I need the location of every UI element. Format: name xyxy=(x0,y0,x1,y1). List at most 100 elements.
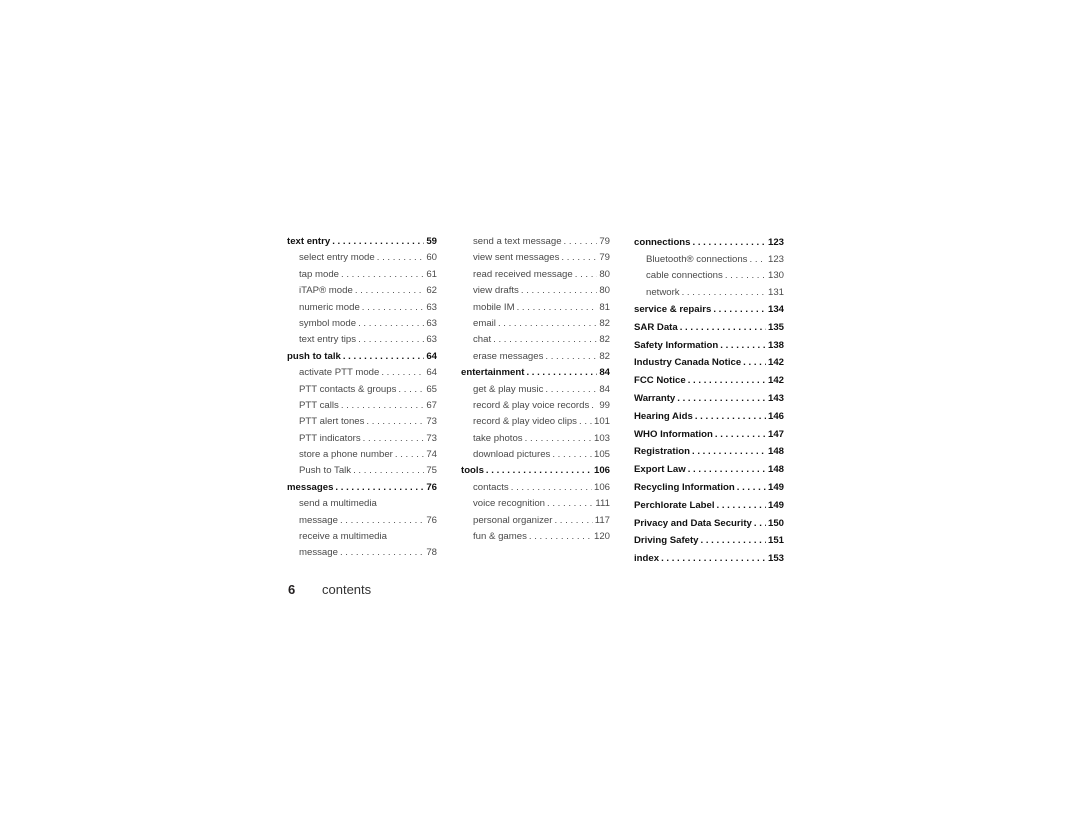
toc-entry[interactable]: record & play voice records 99 xyxy=(461,398,610,414)
toc-entry[interactable]: send a text message 79 xyxy=(461,234,610,250)
toc-entry[interactable]: Safety Information 138 xyxy=(634,337,784,355)
toc-entry-page: 76 xyxy=(426,481,437,493)
toc-entry[interactable]: numeric mode 63 xyxy=(287,300,437,316)
dot-leader xyxy=(749,252,766,268)
toc-entry[interactable]: symbol mode 63 xyxy=(287,316,437,332)
dot-leader xyxy=(688,461,766,479)
toc-entry-page: 150 xyxy=(767,517,784,529)
toc-entry[interactable]: WHO Information 147 xyxy=(634,426,784,444)
toc-entry-label: Hearing Aids xyxy=(634,410,693,422)
dot-leader xyxy=(545,349,597,365)
toc-entry[interactable]: store a phone number 74 xyxy=(287,447,437,463)
toc-entry[interactable]: mobile IM 81 xyxy=(461,300,610,316)
toc-entry-page: 99 xyxy=(599,399,610,411)
toc-entry[interactable]: get & play music 84 xyxy=(461,382,610,398)
toc-entry[interactable]: Recycling Information 149 xyxy=(634,479,784,497)
toc-entry-label: PTT alert tones xyxy=(299,416,365,428)
toc-entry[interactable]: Push to Talk 75 xyxy=(287,463,437,479)
toc-entry[interactable]: text entry tips 63 xyxy=(287,332,437,348)
toc-entry-label: connections xyxy=(634,237,691,248)
toc-entry[interactable]: Industry Canada Notice 142 xyxy=(634,354,784,372)
toc-entry-page: 142 xyxy=(767,375,784,387)
toc-column-3: connections123Bluetooth® connections123c… xyxy=(634,234,784,568)
toc-entry-page: 151 xyxy=(767,535,784,547)
toc-entry-page: 84 xyxy=(599,367,610,379)
toc-entry[interactable]: tap mode 61 xyxy=(287,267,437,283)
toc-entry[interactable]: download pictures 105 xyxy=(461,447,610,463)
toc-entry[interactable]: SAR Data 135 xyxy=(634,319,784,337)
dot-leader xyxy=(579,414,592,430)
toc-entry[interactable]: cable connections 130 xyxy=(634,268,784,284)
dot-leader xyxy=(332,234,424,250)
toc-entry-page: 84 xyxy=(599,383,610,395)
toc-entry[interactable]: take photos 103 xyxy=(461,431,610,447)
toc-entry[interactable]: receive a multimedia xyxy=(287,529,437,545)
toc-entry[interactable]: send a multimedia xyxy=(287,496,437,512)
toc-entry-label: send a multimedia xyxy=(299,498,377,510)
toc-entry[interactable]: push to talk 64 xyxy=(287,349,437,365)
toc-entry-page: 82 xyxy=(599,317,610,329)
dot-leader xyxy=(743,354,766,372)
toc-entry-label: entertainment xyxy=(461,367,525,379)
toc-entry[interactable]: activate PTT mode 64 xyxy=(287,365,437,381)
toc-entry[interactable]: voice recognition 111 xyxy=(461,496,610,512)
dot-leader xyxy=(521,283,597,299)
toc-entry[interactable]: contacts 106 xyxy=(461,480,610,496)
toc-entry[interactable]: Registration 148 xyxy=(634,443,784,461)
toc-entry[interactable]: Hearing Aids 146 xyxy=(634,408,784,426)
toc-entry[interactable]: messages 76 xyxy=(287,480,437,496)
toc-entry-label: symbol mode xyxy=(299,317,357,329)
toc-entry[interactable]: connections 123 xyxy=(634,234,784,252)
toc-entry[interactable]: iTAP® mode 62 xyxy=(287,283,437,299)
toc-entry-label: message xyxy=(299,547,338,559)
toc-entry[interactable]: Driving Safety 151 xyxy=(634,532,784,550)
toc-entry[interactable]: Perchlorate Label 149 xyxy=(634,497,784,515)
dot-leader xyxy=(725,268,766,284)
dot-leader xyxy=(363,431,425,447)
toc-entry[interactable]: text entry 59 xyxy=(287,234,437,250)
toc-entry[interactable]: Bluetooth® connections 123 xyxy=(634,252,784,268)
toc-entry[interactable]: PTT contacts & groups 65 xyxy=(287,382,437,398)
toc-entry[interactable]: index 153 xyxy=(634,550,784,568)
toc-entry-label: Bluetooth® connections xyxy=(646,253,748,265)
dot-leader xyxy=(661,550,766,568)
toc-entry[interactable]: tools 106 xyxy=(461,463,610,479)
toc-entry[interactable]: Warranty 143 xyxy=(634,390,784,408)
toc-entry-label: network xyxy=(646,286,680,298)
toc-entry[interactable]: network 131 xyxy=(634,285,784,301)
toc-entry[interactable]: PTT calls 67 xyxy=(287,398,437,414)
toc-entry-label: Export Law xyxy=(634,464,686,476)
toc-entry[interactable]: PTT alert tones 73 xyxy=(287,414,437,430)
dot-leader xyxy=(682,285,766,301)
toc-entry[interactable]: view sent messages 79 xyxy=(461,250,610,266)
toc-entry-page: 78 xyxy=(426,547,437,559)
toc-entry-page: 73 xyxy=(426,416,437,428)
toc-entry[interactable]: read received message 80 xyxy=(461,267,610,283)
toc-entry[interactable]: email 82 xyxy=(461,316,610,332)
toc-entry-page: 106 xyxy=(593,481,610,493)
toc-entry[interactable]: message 76 xyxy=(287,513,437,529)
toc-entry[interactable]: PTT indicators 73 xyxy=(287,431,437,447)
toc-entry-page: 67 xyxy=(426,399,437,411)
toc-entry[interactable]: Privacy and Data Security 150 xyxy=(634,515,784,533)
toc-entry-label: chat xyxy=(473,334,492,346)
toc-entry-page: 149 xyxy=(767,499,784,511)
toc-entry[interactable]: Export Law 148 xyxy=(634,461,784,479)
dot-leader xyxy=(564,234,598,250)
toc-entry-page: 106 xyxy=(593,465,610,477)
toc-entry[interactable]: view drafts 80 xyxy=(461,283,610,299)
toc-entry[interactable]: service & repairs 134 xyxy=(634,301,784,319)
toc-entry[interactable]: chat 82 xyxy=(461,332,610,348)
toc-entry-page: 148 xyxy=(767,446,784,458)
toc-entry-page: 120 xyxy=(593,531,610,543)
toc-entry[interactable]: message 78 xyxy=(287,545,437,561)
toc-entry[interactable]: entertainment 84 xyxy=(461,365,610,381)
toc-entry-page: 81 xyxy=(599,301,610,313)
toc-entry[interactable]: select entry mode 60 xyxy=(287,250,437,266)
dot-leader xyxy=(355,283,425,299)
toc-entry[interactable]: record & play video clips 101 xyxy=(461,414,610,430)
toc-entry[interactable]: erase messages 82 xyxy=(461,349,610,365)
toc-entry[interactable]: personal organizer 117 xyxy=(461,513,610,529)
toc-entry[interactable]: FCC Notice 142 xyxy=(634,372,784,390)
toc-entry[interactable]: fun & games 120 xyxy=(461,529,610,545)
